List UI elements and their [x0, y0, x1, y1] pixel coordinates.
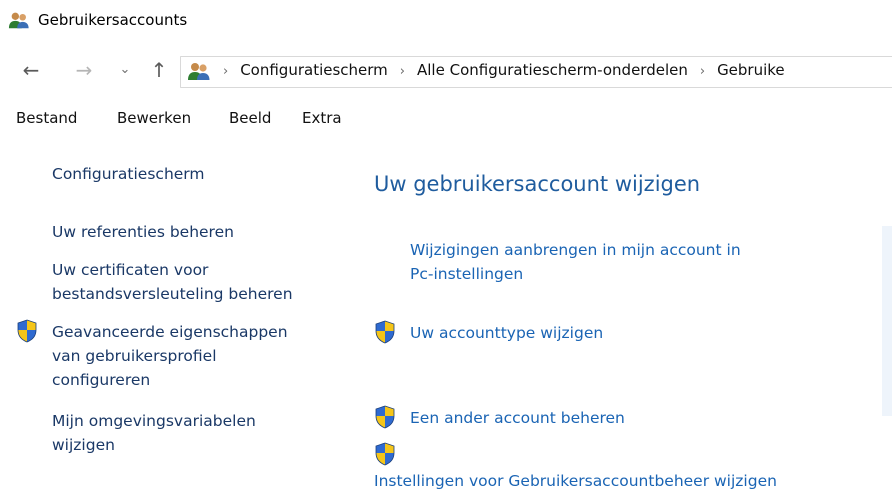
menu-bar: Bestand Bewerken Beeld Extra: [0, 105, 892, 133]
menu-file[interactable]: Bestand: [16, 109, 77, 127]
sidebar-item-label: configureren: [52, 371, 151, 389]
manage-other-account-link[interactable]: Een ander account beheren: [410, 406, 625, 430]
sidebar: Configuratiescherm Uw referenties behere…: [0, 150, 340, 495]
breadcrumb-item-control-panel[interactable]: Configuratiescherm: [240, 61, 388, 79]
title-bar: Gebruikersaccounts: [0, 0, 892, 40]
sidebar-item-label: bestandsversleuteling beheren: [52, 285, 293, 303]
sidebar-item-label: Mijn omgevingsvariabelen: [52, 412, 256, 430]
pc-settings-link[interactable]: Wijzigingen aanbrengen in mijn account i…: [410, 238, 741, 286]
page-title: Uw gebruikersaccount wijzigen: [374, 172, 701, 196]
task-label: Wijzigingen aanbrengen in mijn account i…: [410, 241, 741, 259]
address-bar[interactable]: › Configuratiescherm › Alle Configuratiesch…: [180, 56, 892, 88]
uac-shield-icon: [374, 405, 396, 429]
up-arrow-icon[interactable]: ↑: [148, 58, 170, 82]
sidebar-item-label: van gebruikersprofiel: [52, 347, 217, 365]
sidebar-item-label: wijzigen: [52, 436, 115, 454]
breadcrumb-item-user-accounts[interactable]: Gebruike: [717, 61, 785, 79]
forward-arrow-icon[interactable]: →: [73, 58, 95, 82]
sidebar-item-credentials[interactable]: Uw referenties beheren: [52, 220, 234, 244]
back-arrow-icon[interactable]: ←: [20, 58, 42, 82]
uac-shield-icon: [374, 442, 396, 466]
user-accounts-icon: [187, 61, 211, 81]
navigation-bar: ← → ⌄ ↑ › Configuratiescherm › Alle Configu…: [0, 56, 892, 88]
uac-shield-icon: [16, 319, 38, 343]
details-pane-edge: [882, 226, 892, 416]
menu-view[interactable]: Beeld: [229, 109, 271, 127]
breadcrumb-chevron-icon[interactable]: ›: [388, 64, 417, 79]
sidebar-item-environment-variables[interactable]: Mijn omgevingsvariabelen wijzigen: [52, 409, 256, 457]
menu-extra[interactable]: Extra: [302, 109, 342, 127]
sidebar-item-advanced-profile[interactable]: Geavanceerde eigenschappen van gebruiker…: [52, 320, 288, 392]
breadcrumb-chevron-icon[interactable]: ›: [688, 64, 717, 79]
sidebar-item-certificates[interactable]: Uw certificaten voor bestandsversleuteli…: [52, 258, 293, 306]
recent-locations-chevron-icon[interactable]: ⌄: [114, 58, 136, 82]
task-label: Pc-instellingen: [410, 265, 524, 283]
breadcrumb: › Configuratiescherm › Alle Configuratiesch…: [223, 61, 785, 79]
sidebar-item-label: Geavanceerde eigenschappen: [52, 323, 288, 341]
change-account-type-link[interactable]: Uw accounttype wijzigen: [410, 321, 603, 345]
uac-settings-link[interactable]: Instellingen voor Gebruikersaccountbehee…: [374, 469, 777, 493]
user-accounts-icon: [8, 10, 30, 30]
sidebar-home-link[interactable]: Configuratiescherm: [52, 162, 205, 186]
breadcrumb-item-all-items[interactable]: Alle Configuratiescherm-onderdelen: [417, 61, 688, 79]
uac-shield-icon: [374, 320, 396, 344]
sidebar-item-label: Uw certificaten voor: [52, 261, 209, 279]
window-title: Gebruikersaccounts: [38, 11, 188, 29]
breadcrumb-chevron-icon[interactable]: ›: [223, 64, 240, 79]
menu-edit[interactable]: Bewerken: [117, 109, 191, 127]
sidebar-item-label: Uw referenties beheren: [52, 223, 234, 241]
